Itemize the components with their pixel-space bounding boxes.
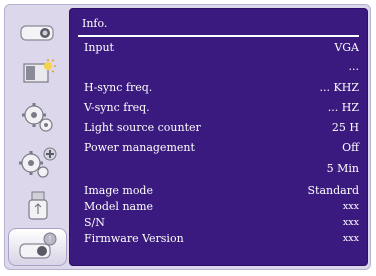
list-item: V-sync freq. ... HZ xyxy=(84,101,359,115)
list-item: Input VGA xyxy=(84,41,359,55)
row-label: Model name xyxy=(84,200,154,213)
list-item: Firmware Version xxx xyxy=(84,232,359,246)
row-label: Firmware Version xyxy=(84,232,184,245)
list-item: Light source counter 25 H xyxy=(84,121,359,135)
image-adjust-icon xyxy=(22,59,56,83)
sidebar-item-usb[interactable] xyxy=(8,187,67,225)
sidebar-item-info[interactable]: ! xyxy=(8,228,67,266)
row-value: VGA xyxy=(334,41,359,54)
list-item: Power management Off xyxy=(84,141,359,155)
info-panel: Info. Input VGA ... H-sync freq. ... KHZ… xyxy=(69,8,368,266)
row-label: S/N xyxy=(84,216,105,229)
sidebar: ! xyxy=(8,10,67,268)
row-value: xxx xyxy=(342,201,359,212)
gear-icon xyxy=(21,103,53,132)
row-value: 5 Min xyxy=(326,162,359,175)
svg-text:!: ! xyxy=(48,235,51,244)
list-item: ... xyxy=(84,60,360,74)
projector-icon xyxy=(19,25,54,41)
list-item: Model name xxx xyxy=(84,200,359,214)
row-label: Image mode xyxy=(84,184,153,197)
usb-icon xyxy=(27,191,48,220)
gear-plus-icon xyxy=(18,147,56,178)
panel-title: Info. xyxy=(82,17,108,30)
row-value: ... KHZ xyxy=(319,81,359,94)
row-value: Off xyxy=(342,141,359,154)
row-label: Power management xyxy=(84,141,195,154)
list-item: 5 Min xyxy=(84,162,359,176)
list-item: Image mode Standard xyxy=(84,184,359,198)
sidebar-item-expanded[interactable] xyxy=(8,143,67,181)
row-value: ... HZ xyxy=(327,101,359,114)
row-value: xxx xyxy=(342,233,359,244)
row-label: H-sync freq. xyxy=(84,81,153,94)
sidebar-item-display[interactable] xyxy=(8,12,67,50)
row-value: ... xyxy=(348,60,360,73)
row-label: Light source counter xyxy=(84,121,201,134)
sidebar-item-setting[interactable] xyxy=(8,99,67,137)
row-label: Input xyxy=(84,41,114,54)
title-divider xyxy=(78,35,359,37)
projector-info-icon: ! xyxy=(18,232,56,259)
list-item: H-sync freq. ... KHZ xyxy=(84,81,359,95)
row-value: xxx xyxy=(342,217,359,228)
sidebar-item-picture[interactable] xyxy=(8,54,67,92)
list-item: S/N xxx xyxy=(84,216,359,230)
row-label: V-sync freq. xyxy=(84,101,150,114)
row-value: 25 H xyxy=(331,121,359,134)
row-value: Standard xyxy=(307,184,360,197)
